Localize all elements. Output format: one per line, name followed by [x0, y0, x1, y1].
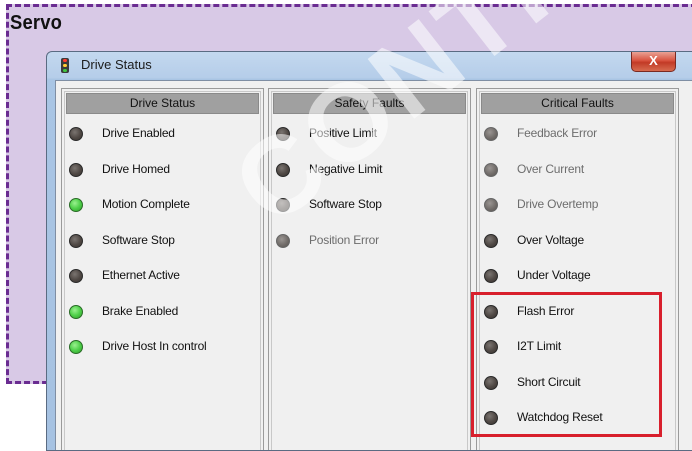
status-label: Brake Enabled [102, 303, 179, 318]
status-led-icon [69, 269, 83, 283]
status-label: Drive Homed [102, 161, 170, 176]
status-label: Feedback Error [517, 126, 597, 140]
status-label: Ethernet Active [102, 268, 180, 282]
status-label: Positive Limit [309, 126, 377, 140]
safety-faults-panel: Safety Faults Positive Limit Negative Lim… [268, 88, 471, 450]
panel-header: Drive Status [66, 93, 259, 114]
status-led-icon [276, 198, 290, 212]
status-row: Software Stop [62, 231, 263, 253]
traffic-light-icon [61, 58, 69, 73]
status-row: Drive Enabled [62, 124, 263, 146]
status-row: Motion Complete [62, 195, 263, 217]
status-led-icon [484, 198, 498, 212]
status-label: Over Current [517, 161, 584, 176]
servo-heading: Servo [10, 12, 63, 34]
status-label: Position Error [309, 232, 379, 247]
status-row: Position Error [269, 231, 470, 253]
status-label: Software Stop [309, 197, 382, 211]
status-label: Drive Enabled [102, 126, 175, 140]
status-led-icon [484, 269, 498, 283]
status-label: Motion Complete [102, 197, 190, 211]
window-titlebar[interactable]: Drive Status X [47, 52, 692, 80]
status-row: Drive Host In control [62, 337, 263, 359]
status-row: Feedback Error [477, 124, 678, 146]
status-led-icon [69, 198, 83, 212]
status-label: Negative Limit [309, 161, 383, 176]
status-led-icon [69, 233, 83, 248]
window-title: Drive Status [81, 57, 152, 72]
status-led-icon [69, 304, 83, 319]
status-row: Software Stop [269, 195, 470, 217]
status-led-icon [276, 127, 290, 141]
drive-status-panel: Drive Status Drive Enabled Drive Homed Mot… [61, 88, 264, 450]
status-led-icon [484, 162, 498, 177]
status-label: Under Voltage [517, 268, 591, 282]
status-label: Software Stop [102, 232, 175, 247]
status-led-icon [484, 233, 498, 248]
status-row: Negative Limit [269, 160, 470, 182]
status-row: Drive Overtemp [477, 195, 678, 217]
status-label: Over Voltage [517, 232, 584, 247]
status-led-icon [276, 162, 290, 177]
status-led-icon [69, 162, 83, 177]
panel-header: Safety Faults [273, 93, 466, 114]
status-row: Brake Enabled [62, 302, 263, 324]
status-label: Drive Overtemp [517, 197, 599, 211]
panel-header: Critical Faults [481, 93, 674, 114]
status-row: Under Voltage [477, 266, 678, 288]
status-label: Drive Host In control [102, 339, 207, 353]
status-led-icon [69, 127, 83, 141]
status-row: Ethernet Active [62, 266, 263, 288]
status-led-icon [69, 340, 83, 354]
status-led-icon [276, 233, 290, 248]
status-row: Over Current [477, 160, 678, 182]
status-led-icon [484, 127, 498, 141]
status-row: Over Voltage [477, 231, 678, 253]
status-row: Drive Homed [62, 160, 263, 182]
highlight-box [471, 292, 662, 437]
close-button[interactable]: X [631, 52, 676, 72]
status-row: Positive Limit [269, 124, 470, 146]
